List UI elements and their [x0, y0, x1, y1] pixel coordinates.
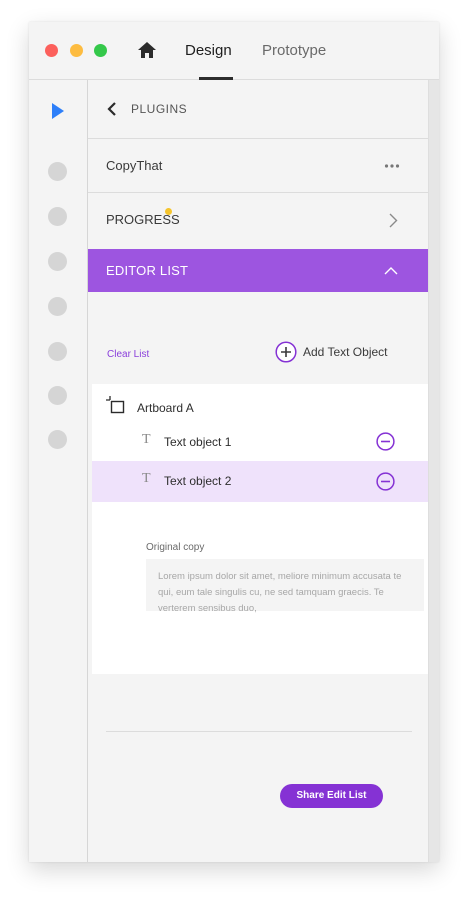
artboard-icon [106, 396, 125, 414]
close-window-button[interactable] [45, 44, 58, 57]
tool-bar [29, 80, 88, 862]
chevron-right-icon [389, 213, 398, 228]
editor-list: Artboard A T Text object 1 T Text object… [92, 384, 428, 674]
clear-list-link[interactable]: Clear List [107, 349, 149, 360]
editor-actions: Clear List Add Text Object [88, 292, 428, 384]
text-icon: T [142, 432, 151, 447]
artboard-item[interactable]: Artboard A [106, 396, 306, 418]
text-object-label: Text object 1 [164, 435, 232, 449]
cursor-arrow-icon[interactable] [51, 102, 65, 120]
share-edit-list-button[interactable]: Share Edit List [280, 784, 383, 808]
tool-button-3[interactable] [48, 252, 67, 271]
tool-button-2[interactable] [48, 207, 67, 226]
chevron-left-icon[interactable] [106, 102, 118, 116]
original-copy-text: Lorem ipsum dolor sit amet, meliore mini… [146, 559, 424, 614]
tool-button-1[interactable] [48, 162, 67, 181]
text-object-label: Text object 2 [164, 474, 232, 488]
text-object-row[interactable]: T Text object 1 [92, 423, 428, 461]
zoom-window-button[interactable] [94, 44, 107, 57]
plugin-panel: PLUGINS CopyThat PROGRESS EDITOR LIST Cl… [88, 80, 428, 862]
tab-design[interactable]: Design [185, 41, 232, 61]
plugins-heading: PLUGINS [131, 102, 188, 116]
app-window: Design Prototype PLUGINS CopyThat PROGRE… [29, 22, 439, 862]
editor-list-header[interactable]: EDITOR LIST [88, 249, 428, 292]
editor-list-label: EDITOR LIST [106, 263, 189, 278]
plugin-row[interactable]: CopyThat [88, 138, 428, 192]
plugins-header[interactable]: PLUGINS [88, 80, 428, 138]
progress-row[interactable]: PROGRESS [88, 192, 428, 248]
minus-circle-icon[interactable] [376, 432, 395, 451]
scrollbar-gutter[interactable] [428, 80, 439, 862]
text-icon: T [142, 471, 151, 486]
tool-button-5[interactable] [48, 342, 67, 361]
original-copy-label: Original copy [146, 542, 205, 553]
divider [106, 731, 412, 732]
plus-circle-icon[interactable] [275, 341, 297, 363]
tool-button-4[interactable] [48, 297, 67, 316]
chevron-up-icon[interactable] [384, 266, 398, 275]
title-bar: Design Prototype [29, 22, 439, 80]
tool-button-7[interactable] [48, 430, 67, 449]
artboard-label: Artboard A [137, 401, 194, 415]
plugin-name: CopyThat [106, 158, 163, 173]
add-text-object-label: Add Text Object [303, 345, 388, 359]
minus-circle-icon[interactable] [376, 472, 395, 491]
tool-button-6[interactable] [48, 386, 67, 405]
more-horizontal-icon[interactable] [384, 163, 400, 169]
notification-dot [165, 208, 172, 215]
tab-prototype[interactable]: Prototype [262, 41, 326, 61]
minimize-window-button[interactable] [70, 44, 83, 57]
text-object-row-selected[interactable]: T Text object 2 [92, 461, 428, 502]
home-icon[interactable] [137, 41, 157, 59]
